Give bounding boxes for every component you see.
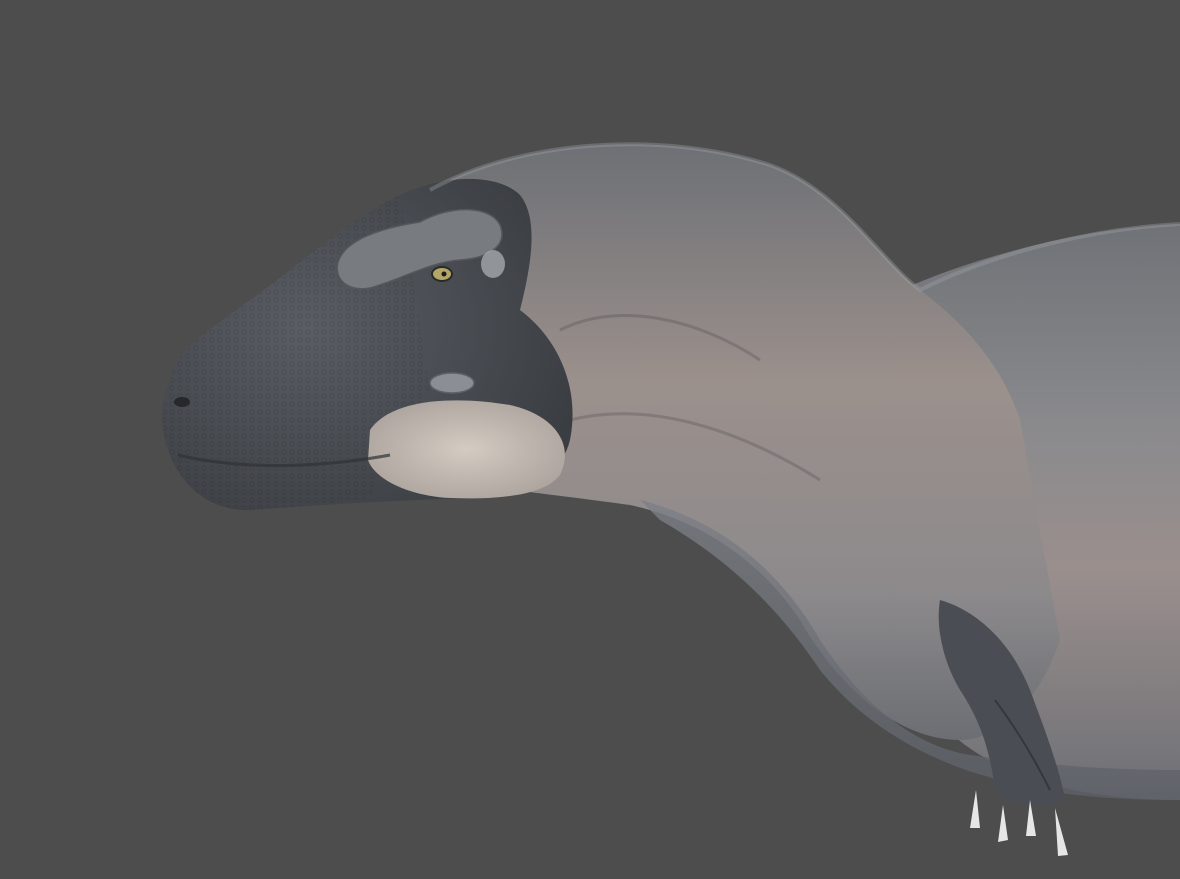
dinosaur-render — [161, 142, 1180, 856]
eye-pupil — [441, 271, 447, 277]
head-boss — [481, 250, 505, 278]
claw — [1055, 808, 1068, 856]
claw — [970, 790, 980, 828]
cheek-scute — [429, 372, 475, 394]
render-viewport — [0, 0, 1180, 879]
claw — [1026, 800, 1036, 836]
cheek-patch — [368, 400, 565, 499]
claw — [998, 805, 1008, 842]
nostril — [174, 397, 190, 407]
